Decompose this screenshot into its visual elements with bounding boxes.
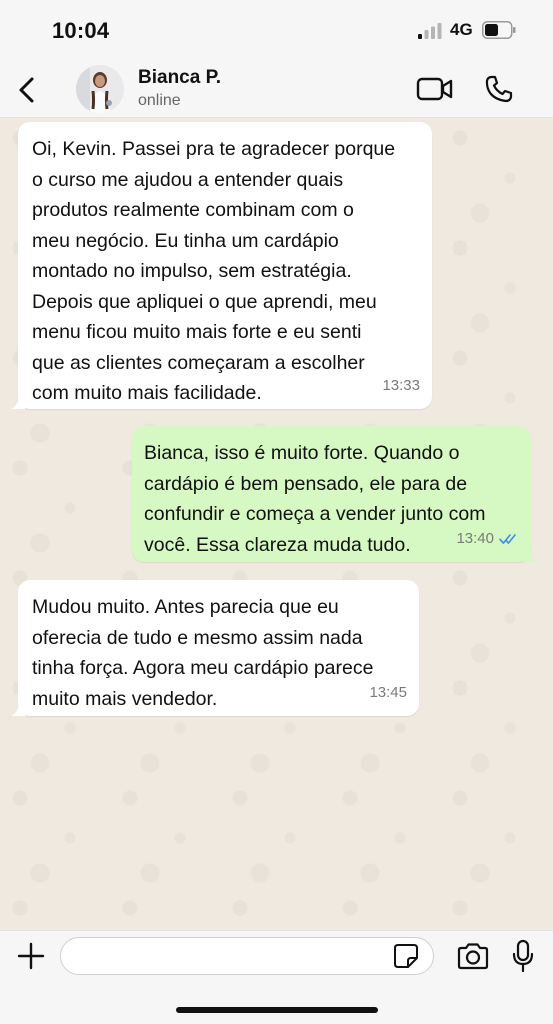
message-meta: 13:40 [456, 524, 519, 555]
avatar-photo-icon [76, 65, 124, 113]
chat-area[interactable]: Oi, Kevin. Passei pra te agradecer porqu… [0, 118, 553, 930]
camera-icon[interactable] [456, 942, 490, 970]
message-input[interactable] [60, 937, 434, 975]
bubble-tail [11, 395, 25, 409]
back-arrow-icon[interactable] [16, 75, 38, 105]
plus-icon[interactable] [16, 941, 46, 971]
message-text: Mudou muito. Antes parecia que eu oferec… [32, 596, 374, 710]
sticker-icon[interactable] [393, 943, 419, 969]
home-indicator [176, 1007, 378, 1013]
phone-call-icon[interactable] [484, 74, 514, 104]
contact-name[interactable]: Bianca P. [138, 67, 221, 89]
contact-avatar[interactable] [76, 65, 124, 113]
signal-strength-icon [418, 23, 442, 39]
message-bubble-outgoing[interactable]: Bianca, isso é muito forte. Quando o car… [132, 426, 538, 562]
message-time: 13:40 [456, 529, 494, 547]
contact-status: online [138, 92, 181, 109]
status-bar: 10:04 4G [0, 0, 553, 60]
message-time: 13:33 [382, 376, 420, 394]
message-meta: 13:45 [369, 678, 407, 709]
composer-bar [0, 930, 553, 1024]
video-call-icon[interactable] [416, 76, 454, 102]
double-check-icon [499, 533, 516, 544]
bubble-tail [11, 702, 25, 716]
battery-icon [482, 21, 516, 39]
network-type: 4G [450, 20, 473, 39]
microphone-icon[interactable] [512, 939, 534, 973]
message-bubble-incoming[interactable]: Mudou muito. Antes parecia que eu oferec… [11, 580, 419, 716]
chat-header: Bianca P. online [0, 60, 553, 118]
message-text: Oi, Kevin. Passei pra te agradecer porqu… [32, 138, 396, 404]
status-time: 10:04 [52, 18, 110, 43]
bubble-tail [524, 548, 538, 562]
message-meta: 13:33 [382, 371, 420, 402]
message-bubble-incoming[interactable]: Oi, Kevin. Passei pra te agradecer porqu… [11, 122, 432, 409]
message-time: 13:45 [369, 683, 407, 701]
